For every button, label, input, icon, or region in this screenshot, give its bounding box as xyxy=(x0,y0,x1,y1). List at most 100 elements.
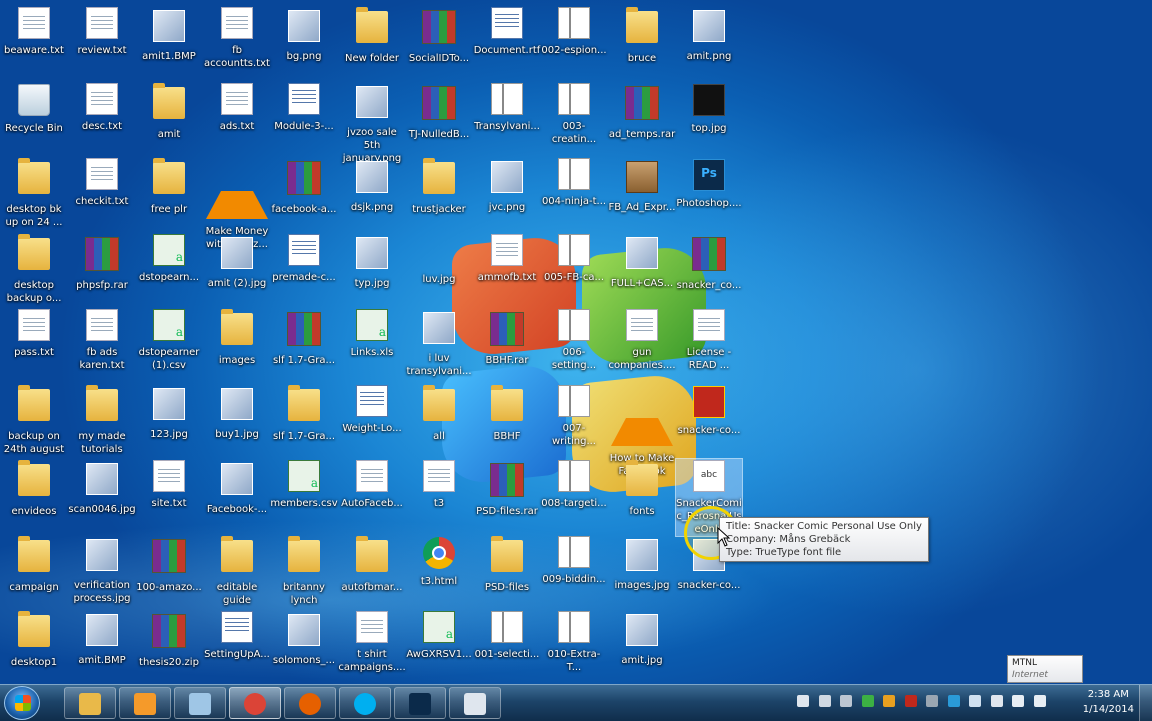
taskbar-button-firefox[interactable] xyxy=(284,687,336,719)
taskbar-button-chrome[interactable] xyxy=(229,687,281,719)
desktop-icon[interactable]: t3 xyxy=(406,459,472,510)
desktop-icon[interactable]: checkit.txt xyxy=(69,157,135,208)
desktop-icon[interactable]: thesis20.zip xyxy=(136,610,202,669)
desktop-icon[interactable]: 004-ninja-t... xyxy=(541,157,607,208)
desktop-icon[interactable]: amit.png xyxy=(676,6,742,63)
desktop-icon[interactable]: gun companies.... xyxy=(608,308,676,372)
desktop-icon[interactable]: britanny lynch xyxy=(271,535,337,607)
desktop-icon[interactable]: t shirt campaigns.... xyxy=(338,610,406,674)
desktop-icon[interactable]: slf 1.7-Gra... xyxy=(271,308,337,367)
desktop-icon[interactable]: premade-c... xyxy=(271,233,337,284)
desktop-icon[interactable]: 003-creatin... xyxy=(541,82,607,146)
desktop-icon[interactable]: TJ-NulledB... xyxy=(406,82,472,141)
desktop-icon[interactable]: phpsfp.rar xyxy=(69,233,135,292)
desktop-icon[interactable]: desc.txt xyxy=(69,82,135,133)
desktop-icon[interactable]: verification process.jpg xyxy=(69,535,135,605)
desktop-icon[interactable]: slf 1.7-Gra... xyxy=(271,384,337,443)
desktop-icon[interactable]: 002-espion... xyxy=(541,6,607,57)
desktop-icon[interactable]: site.txt xyxy=(136,459,202,510)
desktop-icon[interactable]: FB_Ad_Expr... xyxy=(609,157,675,214)
desktop-icon[interactable]: review.txt xyxy=(69,6,135,57)
desktop-icon[interactable]: ammofb.txt xyxy=(474,233,540,284)
show-desktop-button[interactable] xyxy=(1139,685,1152,721)
desktop-icon[interactable]: 005-FB-ca... xyxy=(541,233,607,284)
desktop-icon[interactable]: AwGXRSV1... xyxy=(406,610,472,661)
chrome-tray-icon[interactable] xyxy=(883,695,895,707)
desktop-icon[interactable]: ad_temps.rar xyxy=(609,82,675,141)
desktop-icon[interactable]: members.csv xyxy=(270,459,338,510)
desktop-icon[interactable]: Facebook-... xyxy=(204,459,270,516)
desktop-icon[interactable]: 123.jpg xyxy=(136,384,202,441)
desktop-icon[interactable]: 100-amazo... xyxy=(136,535,202,594)
desktop-icon[interactable]: bruce xyxy=(609,6,675,65)
desktop-icon[interactable]: editable guide xyxy=(204,535,270,607)
desktop-icon[interactable]: Module-3-... xyxy=(271,82,337,133)
desktop-icon[interactable]: Ps Photoshop.... xyxy=(676,157,742,210)
desktop-icon[interactable]: 001-selecti... xyxy=(474,610,540,661)
taskbar-clock[interactable]: 2:38 AM 1/14/2014 xyxy=(1083,687,1134,717)
desktop-icon[interactable]: 009-biddin... xyxy=(541,535,607,586)
taskbar-button-explorer[interactable] xyxy=(64,687,116,719)
desktop-icon[interactable]: all xyxy=(406,384,472,443)
desktop-icon[interactable]: jvc.png xyxy=(474,157,540,214)
desktop-icon[interactable]: t3.html xyxy=(406,535,472,588)
desktop-icon[interactable]: solomons_... xyxy=(271,610,337,667)
desktop-icon[interactable]: 007-writing... xyxy=(541,384,607,448)
desktop-icon[interactable]: luv.jpg xyxy=(406,233,472,286)
desktop-icon[interactable]: images.jpg xyxy=(609,535,675,592)
desktop-icon[interactable]: dstopearner (1).csv xyxy=(136,308,202,372)
desktop-icon[interactable]: amit (2).jpg xyxy=(204,233,270,290)
desktop-icon[interactable]: Transylvani... xyxy=(474,82,540,133)
taskbar-button-media-player[interactable] xyxy=(119,687,171,719)
desktop-icon[interactable]: BBHF xyxy=(474,384,540,443)
acrobat-tray-icon[interactable] xyxy=(904,695,917,707)
flag-icon[interactable] xyxy=(1033,695,1046,707)
desktop-icon[interactable]: bg.png xyxy=(271,6,337,63)
desktop-icon[interactable]: PSD-files xyxy=(474,535,540,594)
desktop-icon[interactable]: License - READ ... xyxy=(676,308,742,372)
desktop[interactable]: beaware.txt Recycle Bin desktop bk up on 2… xyxy=(0,0,1152,684)
desktop-icon[interactable]: dstopearn... xyxy=(136,233,202,284)
desktop-icon[interactable]: Weight-Lo... xyxy=(339,384,405,435)
desktop-icon[interactable]: snacker-co... xyxy=(676,384,742,437)
taskbar-button-photoshop[interactable] xyxy=(394,687,446,719)
desktop-icon[interactable]: 006-setting... xyxy=(541,308,607,372)
desktop-icon[interactable]: Document.rtf xyxy=(474,6,540,57)
app-tray-icon[interactable] xyxy=(818,695,831,707)
desktop-icon[interactable]: desktop1 xyxy=(1,610,67,669)
desktop-icon[interactable]: fonts xyxy=(609,459,675,518)
taskbar-button-notes[interactable] xyxy=(174,687,226,719)
desktop-icon[interactable]: SettingUpA... xyxy=(204,610,270,661)
desktop-icon[interactable]: scan0046.jpg xyxy=(68,459,136,516)
desktop-icon[interactable]: SocialIDTo... xyxy=(406,6,472,65)
desktop-icon[interactable]: FULL+CAS... xyxy=(609,233,675,290)
desktop-icon[interactable]: ads.txt xyxy=(204,82,270,133)
desktop-icon[interactable]: typ.jpg xyxy=(339,233,405,290)
desktop-icon[interactable]: 008-targeti... xyxy=(541,459,607,510)
desktop-icon[interactable]: campaign xyxy=(1,535,67,594)
desktop-icon[interactable]: BBHF.rar xyxy=(474,308,540,367)
desktop-icon[interactable]: amit xyxy=(136,82,202,141)
desktop-icon[interactable]: autofbmar... xyxy=(339,535,405,594)
desktop-icon[interactable]: envideos xyxy=(1,459,67,518)
desktop-icon[interactable]: trustjacker xyxy=(406,157,472,216)
desktop-icon[interactable]: my made tutorials xyxy=(69,384,135,456)
desktop-icon[interactable]: Links.xls xyxy=(339,308,405,359)
start-button[interactable] xyxy=(4,686,40,720)
desktop-icon[interactable]: PSD-files.rar xyxy=(474,459,540,518)
taskbar-button-snipping-tool[interactable] xyxy=(449,687,501,719)
bluetooth-icon[interactable] xyxy=(969,695,981,707)
desktop-icon[interactable]: images xyxy=(204,308,270,367)
desktop-icon[interactable]: dsjk.png xyxy=(339,157,405,214)
network-icon[interactable] xyxy=(990,695,1003,707)
desktop-icon[interactable]: amit.jpg xyxy=(609,610,675,667)
desktop-icon[interactable]: free plr xyxy=(136,157,202,216)
desktop-icon[interactable]: fb accountts.txt xyxy=(204,6,270,70)
app-tray-icon[interactable] xyxy=(926,695,938,707)
desktop-icon[interactable]: beaware.txt xyxy=(1,6,67,57)
desktop-icon[interactable]: 010-Extra-T... xyxy=(541,610,607,674)
desktop-icon[interactable]: jvzoo sale 5th january.png xyxy=(339,82,405,165)
desktop-icon[interactable]: amit1.BMP xyxy=(136,6,202,63)
desktop-icon[interactable]: amit.BMP xyxy=(69,610,135,667)
show-hidden-icon[interactable] xyxy=(797,695,809,707)
